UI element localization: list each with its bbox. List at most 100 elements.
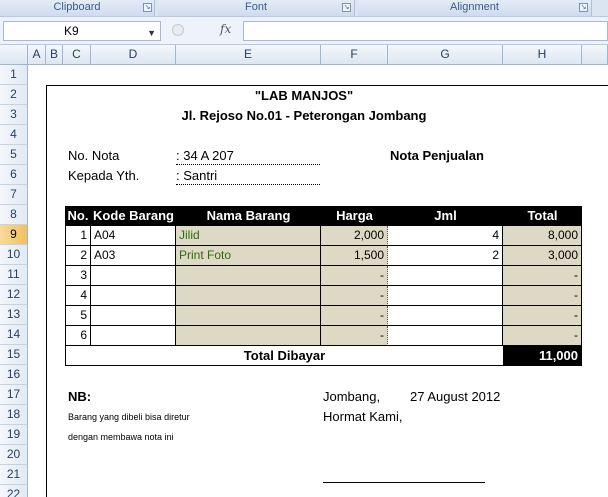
row-header-6[interactable]: 6 [0, 165, 28, 185]
row-header-1[interactable]: 1 [0, 65, 28, 85]
cell-harga[interactable]: 2,000 [321, 226, 388, 246]
cell-total[interactable]: - [503, 266, 582, 286]
row-header-10[interactable]: 10 [0, 245, 28, 265]
cell-nama[interactable]: Jilid [176, 226, 321, 246]
dialog-launcher-icon[interactable]: ↘ [579, 3, 588, 12]
row-header-20[interactable]: 20 [0, 445, 28, 465]
formula-input[interactable] [243, 21, 608, 41]
alignment-group-label: Alignment [450, 1, 499, 13]
insert-function-icon[interactable]: fx [220, 22, 231, 36]
row-header-18[interactable]: 18 [0, 405, 28, 425]
cell-kode[interactable] [91, 266, 176, 286]
row-header-8[interactable]: 8 [0, 205, 28, 225]
column-header-c[interactable]: C [63, 45, 91, 65]
column-header-a[interactable]: A [28, 45, 46, 65]
date: 27 August 2012 [410, 389, 501, 404]
formula-bar: K9 ▼ fx [0, 17, 608, 45]
nb-label: NB: [68, 389, 92, 404]
column-header-next[interactable] [582, 45, 608, 65]
total-value: 11,000 [503, 346, 582, 366]
cell-no[interactable]: 4 [65, 286, 91, 306]
kepada-value: : Santri [176, 168, 218, 183]
row-header-16[interactable]: 16 [0, 365, 28, 385]
cell-kode[interactable]: A04 [91, 226, 176, 246]
th-kode: Kode Barang [91, 206, 176, 226]
ribbon-group-clipboard[interactable]: Clipboard ↘ [0, 0, 155, 16]
cell-no[interactable]: 3 [65, 266, 91, 286]
cell-total[interactable]: - [503, 306, 582, 326]
cell-nama[interactable]: Print Foto [176, 246, 321, 266]
cell-jml[interactable] [388, 286, 503, 306]
cell-nama[interactable] [176, 266, 321, 286]
dialog-launcher-icon[interactable]: ↘ [143, 3, 152, 12]
cell-kode[interactable] [91, 286, 176, 306]
kepada-label: Kepada Yth. [68, 168, 140, 183]
name-box[interactable]: K9 ▼ [3, 21, 161, 41]
ribbon-group-alignment[interactable]: Alignment ↘ [358, 0, 592, 16]
dialog-launcher-icon[interactable]: ↘ [342, 3, 351, 12]
cell-jml[interactable]: 4 [388, 226, 503, 246]
row-header-21[interactable]: 21 [0, 465, 28, 485]
city: Jombang, [323, 389, 381, 404]
cell-nama[interactable] [176, 286, 321, 306]
cell-harga[interactable]: - [321, 286, 388, 306]
cell-kode[interactable] [91, 306, 176, 326]
cell-kode[interactable] [91, 326, 176, 346]
cell-nama[interactable] [176, 306, 321, 326]
cell-total[interactable]: 3,000 [503, 246, 582, 266]
kepada-underline [176, 184, 320, 185]
row-header-9[interactable]: 9 [0, 225, 28, 245]
cell-harga[interactable]: - [321, 266, 388, 286]
cell-total[interactable]: - [503, 286, 582, 306]
closing: Hormat Kami, [323, 409, 403, 424]
cell-kode[interactable]: A03 [91, 246, 176, 266]
column-header-e[interactable]: E [176, 45, 321, 65]
nota-label: No. Nota [68, 148, 120, 163]
row-header-5[interactable]: 5 [0, 145, 28, 165]
row-header-19[interactable]: 19 [0, 425, 28, 445]
row-header-11[interactable]: 11 [0, 265, 28, 285]
row-header-7[interactable]: 7 [0, 185, 28, 205]
column-header-h[interactable]: H [503, 45, 582, 65]
row-header-14[interactable]: 14 [0, 325, 28, 345]
font-group-label: Font [244, 1, 267, 13]
cell-jml[interactable] [388, 306, 503, 326]
th-harga: Harga [321, 206, 388, 226]
row-header-22[interactable]: 22 [0, 485, 28, 497]
cell-harga[interactable]: 1,500 [321, 246, 388, 266]
cancel-icon[interactable] [172, 24, 184, 36]
cell-harga[interactable]: - [321, 326, 388, 346]
th-total: Total [503, 206, 582, 226]
row-header-13[interactable]: 13 [0, 305, 28, 325]
cell-no[interactable]: 2 [65, 246, 91, 266]
store-title: "LAB MANJOS" [254, 88, 354, 103]
row-header-12[interactable]: 12 [0, 285, 28, 305]
nb-line-2: dengan membawa nota ini [68, 432, 174, 442]
name-box-value: K9 [64, 24, 79, 38]
cell-total[interactable]: - [503, 326, 582, 346]
row-header-17[interactable]: 17 [0, 385, 28, 405]
row-header-15[interactable]: 15 [0, 345, 28, 365]
column-header-g[interactable]: G [388, 45, 503, 65]
cell-no[interactable]: 5 [65, 306, 91, 326]
cell-jml[interactable] [388, 266, 503, 286]
select-all-corner[interactable] [0, 45, 28, 65]
cell-total[interactable]: 8,000 [503, 226, 582, 246]
doc-type: Nota Penjualan [390, 148, 484, 163]
cell-harga[interactable]: - [321, 306, 388, 326]
cell-no[interactable]: 1 [65, 226, 91, 246]
column-header-b[interactable]: B [46, 45, 63, 65]
cell-no[interactable]: 6 [65, 326, 91, 346]
column-header-d[interactable]: D [91, 45, 176, 65]
ribbon-group-font[interactable]: Font ↘ [158, 0, 355, 16]
cell-jml[interactable] [388, 326, 503, 346]
column-header-f[interactable]: F [321, 45, 388, 65]
th-nama: Nama Barang [176, 206, 321, 226]
th-no: No. [65, 206, 91, 226]
cell-jml[interactable]: 2 [388, 246, 503, 266]
cell-nama[interactable] [176, 326, 321, 346]
row-header-4[interactable]: 4 [0, 125, 28, 145]
chevron-down-icon[interactable]: ▼ [147, 24, 156, 42]
ribbon-group-bar: Clipboard ↘ Font ↘ Alignment ↘ [0, 0, 608, 17]
total-label: Total Dibayar [65, 346, 503, 366]
